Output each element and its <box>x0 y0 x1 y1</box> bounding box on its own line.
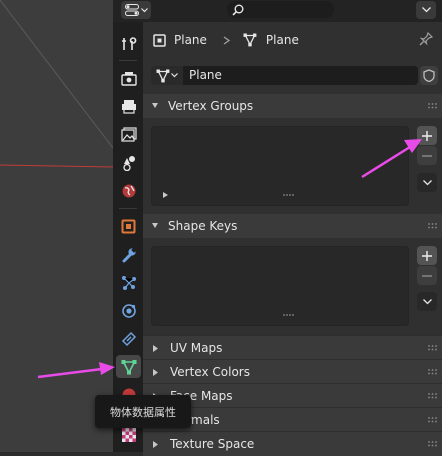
constraints-icon <box>121 331 136 346</box>
mesh-data-icon <box>156 69 170 82</box>
fake-user-button[interactable] <box>420 66 438 85</box>
particles-icon <box>121 275 136 290</box>
world-icon <box>122 184 135 197</box>
vertex-colors-panel-header[interactable]: Vertex Colors <box>143 359 442 384</box>
tab-particles[interactable] <box>116 271 141 294</box>
properties-header <box>113 0 442 23</box>
properties-editor: Plane Plane Plane Vertex Groups Shape Ke… <box>113 0 442 456</box>
texture-checker-icon <box>121 427 136 442</box>
panel-title: Texture Space <box>170 437 255 451</box>
collapse-triangle-icon <box>152 223 158 228</box>
scene-icon <box>122 155 135 171</box>
object-icon <box>153 33 166 47</box>
chevron-down-icon <box>140 7 148 12</box>
search-icon <box>232 4 244 16</box>
properties-tab-bar <box>113 22 143 452</box>
vertex-group-specials-dropdown[interactable] <box>417 173 437 192</box>
pin-icon[interactable] <box>419 32 433 46</box>
3d-viewport[interactable] <box>0 0 113 452</box>
panel-title: UV Maps <box>170 341 223 355</box>
resize-grip-icon[interactable] <box>283 193 294 197</box>
shape-key-specials-dropdown[interactable] <box>417 292 437 311</box>
wrench-icon <box>122 246 137 262</box>
view-layer-image-icon <box>120 127 137 142</box>
drag-grip-icon[interactable] <box>428 103 437 109</box>
breadcrumb-mesh-name: Plane <box>265 33 299 47</box>
tab-object[interactable] <box>116 215 141 238</box>
tab-view-layer[interactable] <box>116 123 141 146</box>
drag-grip-icon[interactable] <box>428 369 437 375</box>
resize-grip-icon[interactable] <box>283 313 294 317</box>
drag-grip-icon[interactable] <box>428 345 437 351</box>
shield-icon <box>423 69 435 82</box>
plus-icon <box>422 130 432 141</box>
physics-icon <box>121 303 136 318</box>
chevron-down-icon <box>422 179 432 185</box>
mesh-datablock-selector: Plane <box>151 66 438 86</box>
tab-tooltip: 物体数据属性 <box>95 395 191 428</box>
tab-object-data[interactable] <box>116 355 141 378</box>
breadcrumb-object-name: Plane <box>174 33 207 47</box>
shape-keys-list[interactable] <box>151 246 409 326</box>
tab-tool[interactable] <box>116 32 141 55</box>
drag-grip-icon[interactable] <box>428 441 437 447</box>
search-field[interactable] <box>227 1 334 18</box>
tab-separator <box>119 208 137 209</box>
expand-triangle-icon <box>153 368 158 376</box>
expand-triangle-icon[interactable] <box>163 192 169 198</box>
chevron-down-icon <box>171 73 178 78</box>
panel-title: Vertex Colors <box>170 365 250 379</box>
drag-grip-icon[interactable] <box>428 223 437 229</box>
remove-vertex-group-button[interactable] <box>417 146 437 165</box>
tab-render[interactable] <box>116 67 141 90</box>
mesh-name-field[interactable]: Plane <box>183 66 418 85</box>
tool-icon <box>121 36 136 50</box>
expand-triangle-icon <box>153 344 158 352</box>
editor-type-dropdown[interactable] <box>121 1 151 19</box>
tab-world[interactable] <box>116 179 141 202</box>
tab-scene[interactable] <box>116 151 141 174</box>
tab-constraints[interactable] <box>116 327 141 350</box>
texture-space-panel-header[interactable]: Texture Space <box>143 431 442 456</box>
editor-properties-icon <box>124 4 139 16</box>
mesh-data-icon <box>243 33 257 47</box>
expand-triangle-icon <box>153 440 158 448</box>
panel-title: Vertex Groups <box>168 99 254 113</box>
plus-icon <box>422 250 432 261</box>
tab-output[interactable] <box>116 95 141 118</box>
tab-physics[interactable] <box>116 299 141 322</box>
collapse-triangle-icon <box>152 103 158 108</box>
add-shape-key-button[interactable] <box>417 246 437 265</box>
panel-title: Shape Keys <box>168 219 238 233</box>
drag-grip-icon[interactable] <box>428 393 437 399</box>
object-icon <box>121 219 136 234</box>
vertex-groups-panel-header[interactable]: Vertex Groups <box>143 94 442 118</box>
minus-icon <box>422 154 432 157</box>
options-dropdown[interactable] <box>416 1 436 19</box>
tab-modifiers[interactable] <box>116 243 141 266</box>
vertex-groups-list[interactable] <box>151 126 409 206</box>
breadcrumb: Plane Plane <box>143 22 442 58</box>
shape-keys-panel-header[interactable]: Shape Keys <box>143 214 442 238</box>
properties-content: Plane Plane Plane Vertex Groups Shape Ke… <box>143 22 442 456</box>
chevron-right-icon <box>223 35 231 45</box>
viewport-grid-lines <box>0 0 113 168</box>
uv-maps-panel-header[interactable]: UV Maps <box>143 335 442 360</box>
chevron-down-icon <box>422 298 432 304</box>
drag-grip-icon[interactable] <box>428 417 437 423</box>
remove-shape-key-button[interactable] <box>417 266 437 285</box>
mesh-data-icon <box>121 359 136 374</box>
render-icon <box>120 72 137 86</box>
mesh-browse-dropdown[interactable] <box>151 66 183 85</box>
output-printer-icon <box>121 100 136 114</box>
chevron-down-icon <box>421 7 431 13</box>
add-vertex-group-button[interactable] <box>417 126 437 145</box>
minus-icon <box>422 274 432 277</box>
tab-separator <box>119 60 137 61</box>
